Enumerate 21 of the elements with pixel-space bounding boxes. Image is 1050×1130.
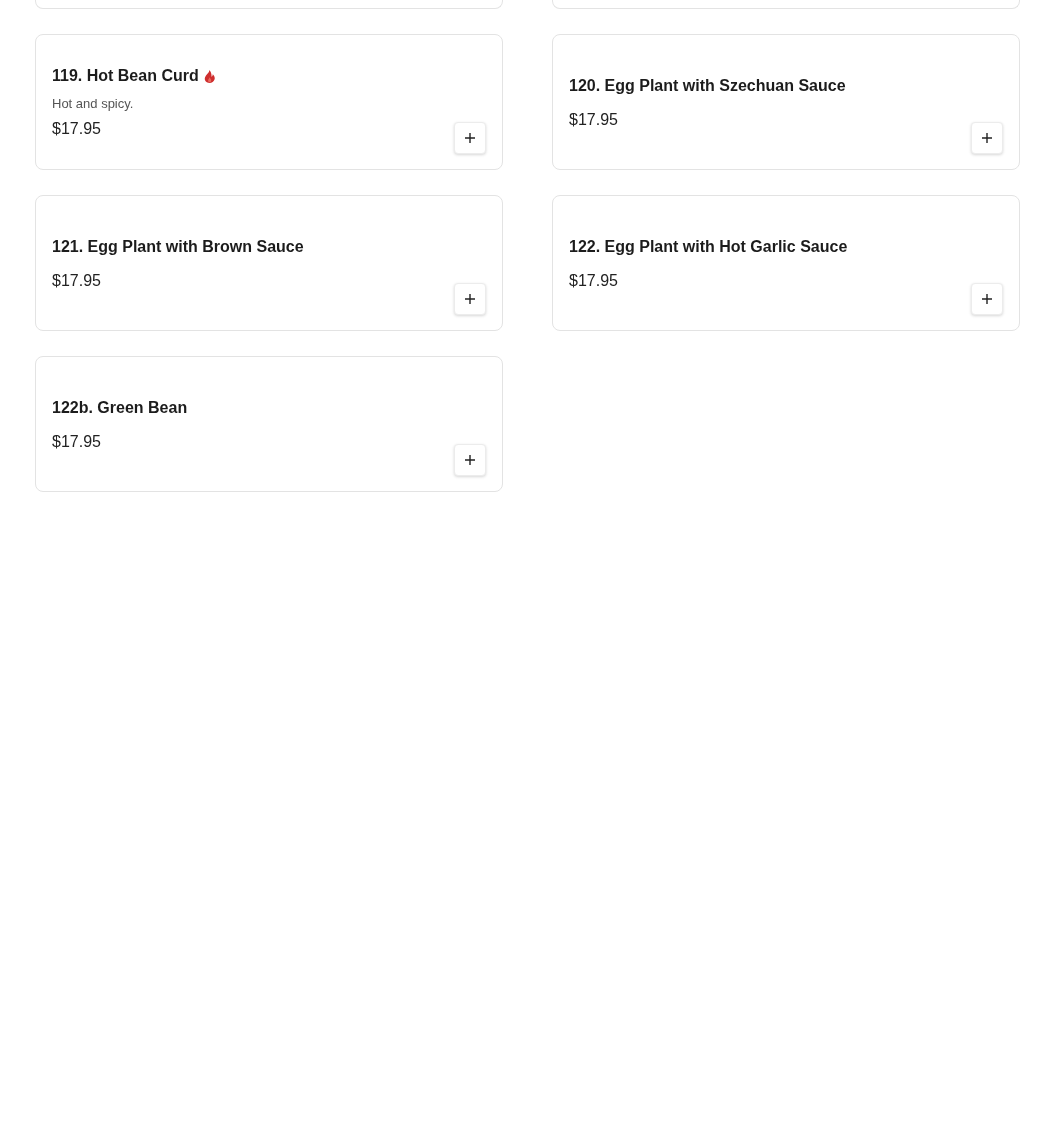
item-title: 119. Hot Bean Curd <box>52 64 215 88</box>
item-title: 120. Egg Plant with Szechuan Sauce <box>569 75 846 96</box>
item-title: 122. Egg Plant with Hot Garlic Sauce <box>569 236 848 257</box>
plus-icon <box>465 294 475 304</box>
add-button[interactable] <box>971 122 1003 154</box>
add-button[interactable] <box>454 283 486 315</box>
item-price: $17.95 <box>569 109 619 130</box>
item-price: $17.95 <box>52 270 102 291</box>
item-title: 122b. Green Bean <box>52 397 188 418</box>
plus-icon <box>982 133 992 143</box>
add-button[interactable] <box>971 283 1003 315</box>
plus-icon <box>465 133 475 143</box>
add-button[interactable] <box>454 444 486 476</box>
plus-icon <box>982 294 992 304</box>
plus-icon <box>465 455 475 465</box>
item-description: Hot and spicy. <box>52 95 135 113</box>
add-button[interactable] <box>454 122 486 154</box>
item-title: 121. Egg Plant with Brown Sauce <box>52 236 304 257</box>
item-price: $17.95 <box>52 119 102 139</box>
item-price: $17.95 <box>52 431 102 452</box>
item-price: $17.95 <box>569 270 619 291</box>
